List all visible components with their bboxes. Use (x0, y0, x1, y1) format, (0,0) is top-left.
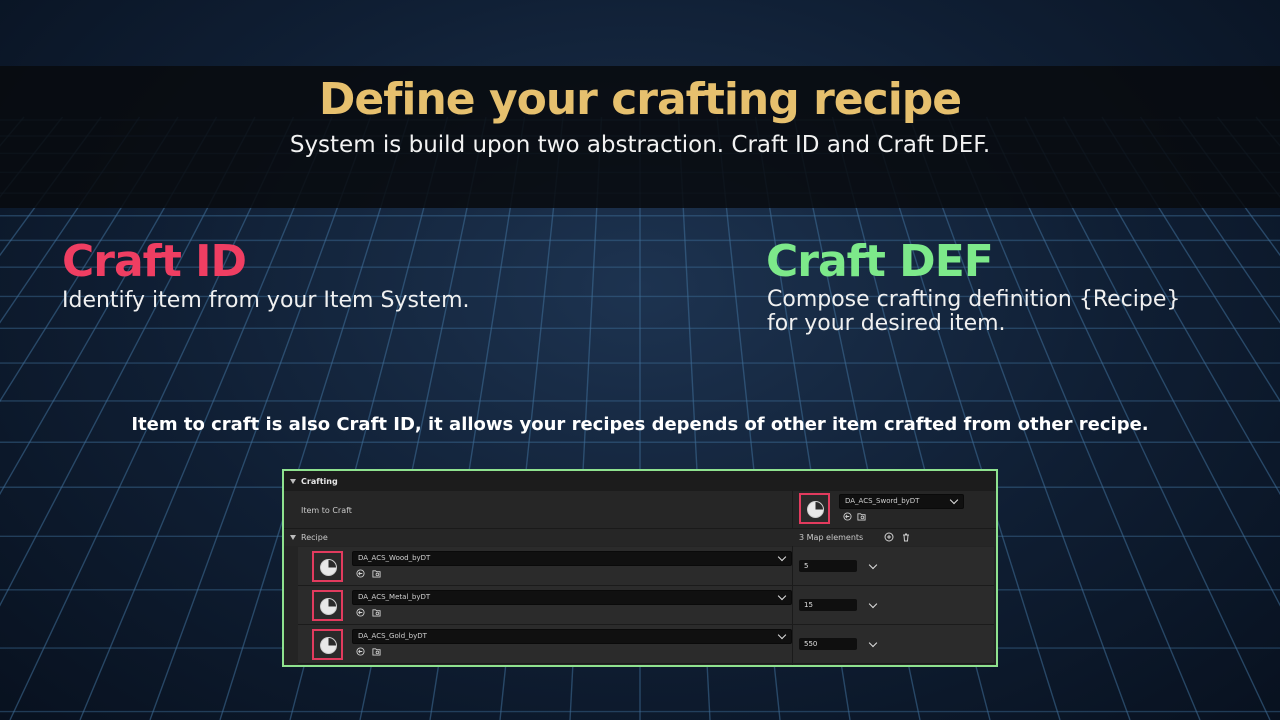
quantity-field[interactable]: 5 (799, 560, 857, 572)
chevron-down-icon (777, 552, 787, 562)
recipe-entry: DA_ACS_Gold_byDT 550 (298, 625, 994, 664)
recipe-entry: DA_ACS_Metal_byDT 15 (298, 586, 994, 625)
map-element-count: 3 Map elements (799, 533, 864, 542)
asset-thumbnail-icon[interactable] (799, 493, 830, 524)
quantity-value: 15 (804, 601, 813, 609)
item-to-craft-label: Item to Craft (301, 506, 352, 515)
recipe-asset-value: DA_ACS_Wood_byDT (358, 554, 431, 562)
chevron-down-icon[interactable] (868, 560, 878, 570)
browse-arrow-icon[interactable] (356, 647, 365, 656)
craft-id-description: Identify item from your Item System. (62, 288, 470, 313)
recipe-asset-picker[interactable]: DA_ACS_Gold_byDT (352, 629, 792, 644)
item-to-craft-asset-value: DA_ACS_Sword_byDT (845, 497, 920, 505)
recipe-label: Recipe (301, 533, 328, 542)
quantity-value: 550 (804, 640, 818, 648)
crafting-category-label: Crafting (301, 477, 338, 486)
asset-thumbnail-icon[interactable] (312, 590, 343, 621)
chevron-down-icon[interactable] (868, 599, 878, 609)
folder-search-icon[interactable] (372, 569, 381, 578)
browse-arrow-icon[interactable] (843, 512, 852, 521)
folder-search-icon[interactable] (857, 512, 866, 521)
chevron-down-icon (949, 495, 959, 505)
craft-def-heading: Craft DEF (766, 236, 994, 287)
craft-id-heading: Craft ID (62, 236, 247, 287)
asset-thumbnail-icon[interactable] (312, 551, 343, 582)
chevron-down-icon[interactable] (868, 638, 878, 648)
browse-arrow-icon[interactable] (356, 608, 365, 617)
add-element-icon[interactable] (884, 532, 894, 542)
expand-arrow-icon[interactable] (290, 479, 296, 484)
quantity-value: 5 (804, 562, 809, 570)
folder-search-icon[interactable] (372, 647, 381, 656)
crafting-category-header[interactable]: Crafting (284, 471, 996, 492)
delete-icon[interactable] (901, 532, 911, 542)
quantity-field[interactable]: 550 (799, 638, 857, 650)
craft-id-note: Item to craft is also Craft ID, it allow… (131, 414, 1149, 435)
folder-search-icon[interactable] (372, 608, 381, 617)
asset-thumbnail-icon[interactable] (312, 629, 343, 660)
page-title: Define your crafting recipe (318, 74, 962, 125)
item-to-craft-row: Item to Craft DA_ACS_Sword_byDT (284, 491, 996, 529)
recipe-asset-value: DA_ACS_Gold_byDT (358, 632, 427, 640)
chevron-down-icon (777, 591, 787, 601)
quantity-field[interactable]: 15 (799, 599, 857, 611)
recipe-entry: DA_ACS_Wood_byDT 5 (298, 547, 994, 586)
craft-def-description: Compose crafting definition {Recipe} for… (767, 287, 1181, 336)
recipe-asset-picker[interactable]: DA_ACS_Metal_byDT (352, 590, 792, 605)
page-subtitle: System is build upon two abstraction. Cr… (289, 132, 991, 158)
browse-arrow-icon[interactable] (356, 569, 365, 578)
chevron-down-icon (777, 630, 787, 640)
item-to-craft-asset-picker[interactable]: DA_ACS_Sword_byDT (839, 494, 964, 509)
recipe-asset-value: DA_ACS_Metal_byDT (358, 593, 431, 601)
recipe-map-header[interactable]: Recipe 3 Map elements (284, 529, 996, 546)
expand-arrow-icon[interactable] (290, 535, 296, 540)
crafting-details-panel: Crafting Item to Craft DA_ACS_Sword_byDT… (282, 469, 998, 667)
recipe-asset-picker[interactable]: DA_ACS_Wood_byDT (352, 551, 792, 566)
